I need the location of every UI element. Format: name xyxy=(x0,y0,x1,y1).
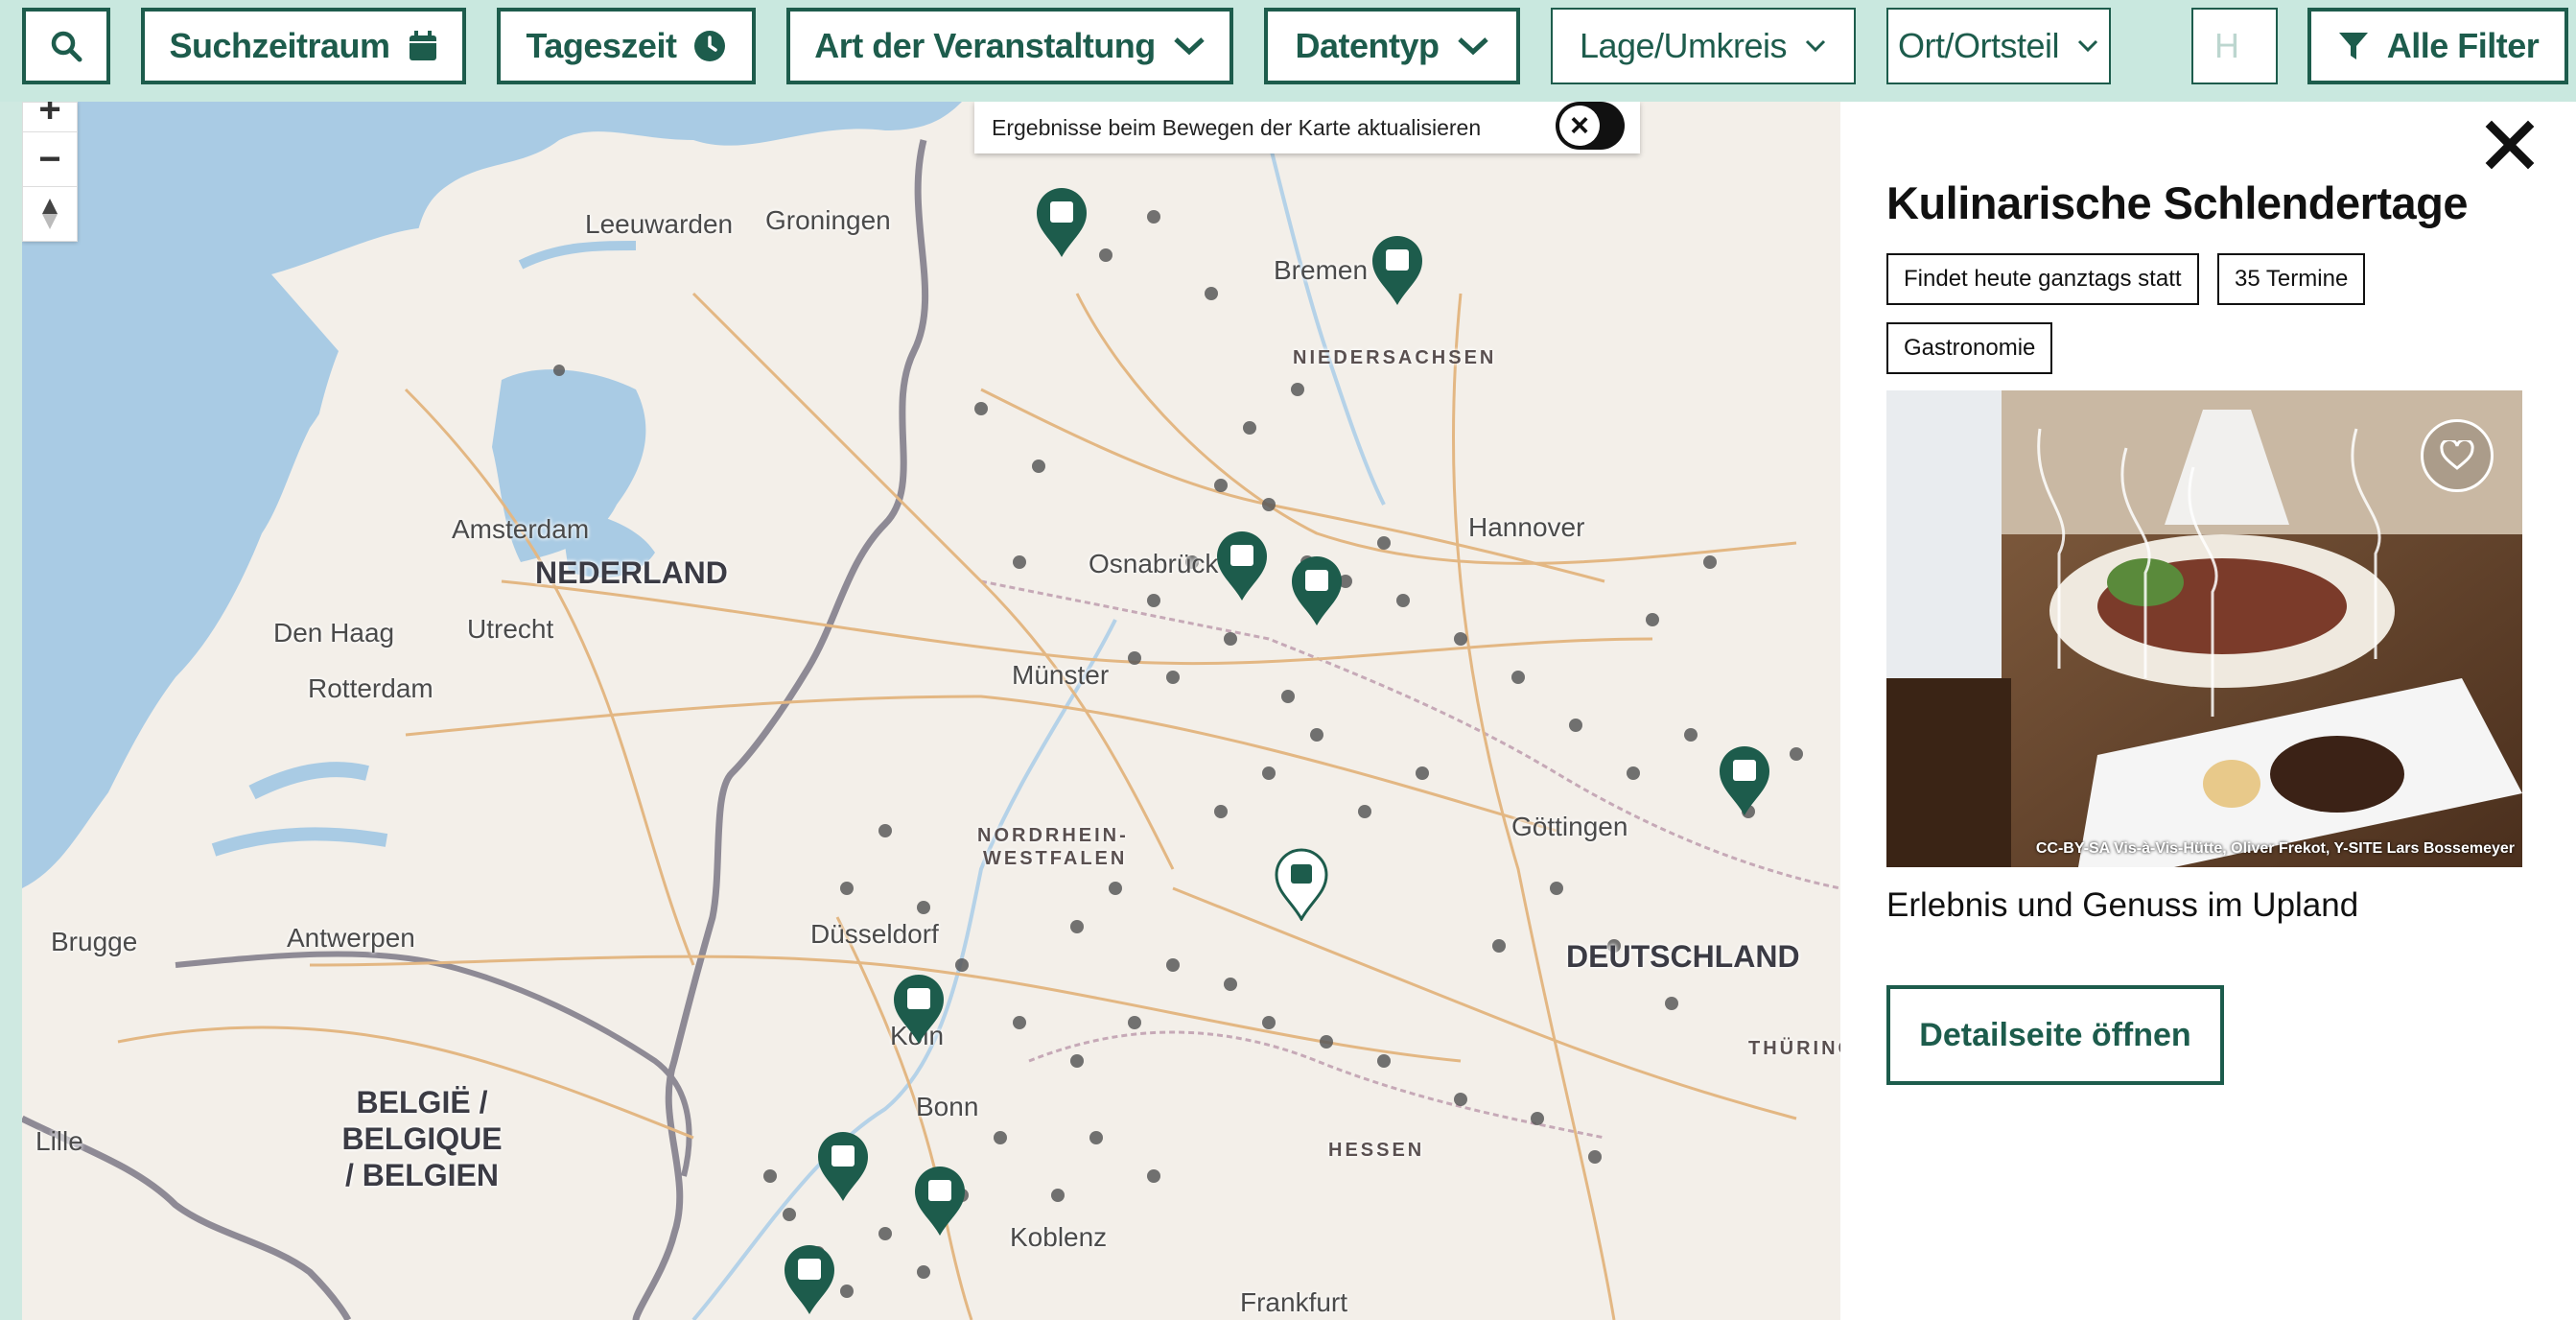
search-button[interactable] xyxy=(22,8,110,84)
city-label: Düsseldorf xyxy=(810,919,939,949)
city-label: Osnabrück xyxy=(1089,549,1219,578)
country-label-belgium: BELGIË / BELGIQUE / BELGIEN xyxy=(331,1084,513,1193)
country-label-line: BELGIQUE xyxy=(341,1121,503,1156)
filter-label: Lage/Umkreis xyxy=(1579,26,1788,65)
filter-label: Suchzeitraum xyxy=(169,26,390,65)
search-icon xyxy=(51,31,82,62)
city-label: Amsterdam xyxy=(452,514,590,544)
region-label: NIEDERSACHSEN xyxy=(1293,347,1497,368)
all-filters-label: Alle Filter xyxy=(2386,26,2540,65)
country-label-line: BELGIË / xyxy=(356,1085,488,1120)
event-pin[interactable] xyxy=(1215,530,1269,602)
city-label: Bremen xyxy=(1274,255,1369,285)
calendar-icon xyxy=(907,988,930,1009)
filter-datentyp[interactable]: Datentyp xyxy=(1264,8,1520,84)
event-detail-panel: Kulinarische Schlendertage Findet heute … xyxy=(1840,102,2576,1320)
filter-ort-ortsteil[interactable]: Ort/Ortsteil xyxy=(1886,8,2111,84)
region-label: THÜRING xyxy=(1748,1038,1840,1059)
image-credit: CC-BY-SA Vis-à-Vis-Hütte, Oliver Frekot,… xyxy=(2035,840,2515,857)
event-title: Kulinarische Schlendertage xyxy=(1886,177,2469,228)
filter-art-der-veranstaltung[interactable]: Art der Veranstaltung xyxy=(786,8,1233,84)
tag-dates-count: 35 Termine xyxy=(2217,253,2366,305)
favorite-button[interactable] xyxy=(2421,419,2494,492)
map-base xyxy=(22,102,1840,1320)
calendar-icon xyxy=(1386,249,1409,271)
zoom-in-button[interactable]: + xyxy=(23,102,77,132)
country-label: DEUTSCHLAND xyxy=(1566,939,1800,974)
calendar-icon xyxy=(928,1180,951,1201)
event-pin[interactable] xyxy=(892,973,946,1046)
event-pin[interactable] xyxy=(1370,234,1424,307)
event-pin[interactable] xyxy=(1290,554,1344,627)
close-icon[interactable] xyxy=(2484,119,2536,171)
filter-label: Ort/Ortsteil xyxy=(1897,26,2060,65)
filter-tageszeit[interactable]: Tageszeit xyxy=(497,8,756,84)
city-label: Groningen xyxy=(765,205,891,235)
chevron-down-icon xyxy=(1457,37,1488,56)
chevron-down-icon xyxy=(1174,37,1205,56)
event-pin[interactable] xyxy=(913,1165,967,1238)
city-label: Frankfurt xyxy=(1240,1287,1348,1317)
region-label: WESTFALEN xyxy=(983,848,1128,869)
compass-button[interactable] xyxy=(23,187,77,241)
all-filters-button[interactable]: Alle Filter xyxy=(2307,8,2568,84)
calendar-icon xyxy=(1733,760,1756,781)
filter-lage-umkreis[interactable]: Lage/Umkreis xyxy=(1551,8,1856,84)
city-label: Leeuwarden xyxy=(585,209,734,239)
compass-icon xyxy=(42,199,58,229)
filter-suchzeitraum[interactable]: Suchzeitraum xyxy=(141,8,466,84)
update-on-move-toggle[interactable]: Ergebnisse beim Bewegen der Karte aktual… xyxy=(974,102,1640,153)
country-label: NEDERLAND xyxy=(535,555,728,590)
calendar-icon xyxy=(1305,570,1328,591)
city-label: Koblenz xyxy=(1010,1222,1108,1252)
region-label: NORDRHEIN- xyxy=(977,825,1129,846)
calendar-icon xyxy=(831,1145,855,1167)
city-label: Den Haag xyxy=(273,618,395,648)
event-pin-selected[interactable] xyxy=(1275,848,1328,921)
toggle-label: Ergebnisse beim Bewegen der Karte aktual… xyxy=(992,114,1482,140)
city-label: Antwerpen xyxy=(287,923,415,953)
filter-label: Art der Veranstaltung xyxy=(814,26,1156,65)
event-pin[interactable] xyxy=(1035,186,1089,259)
calendar-icon xyxy=(1291,864,1312,884)
event-image[interactable]: CC-BY-SA Vis-à-Vis-Hütte, Oliver Frekot,… xyxy=(1886,390,2522,867)
country-label-line: / BELGIEN xyxy=(344,1158,499,1192)
tag-timing: Findet heute ganztags statt xyxy=(1886,253,2199,305)
calendar-icon xyxy=(409,31,436,60)
city-label: Brugge xyxy=(51,927,138,956)
calendar-icon xyxy=(1050,201,1073,223)
city-label: Hannover xyxy=(1468,512,1585,542)
calendar-icon xyxy=(1230,545,1253,566)
calendar-icon xyxy=(798,1259,821,1280)
city-label: Göttingen xyxy=(1511,812,1628,841)
funnel-icon xyxy=(2338,33,2368,59)
city-label: Bonn xyxy=(916,1092,979,1121)
chevron-down-icon xyxy=(1805,39,1826,53)
close-icon: × xyxy=(1559,106,1600,146)
event-pin[interactable] xyxy=(816,1130,870,1203)
event-pin[interactable] xyxy=(1718,744,1771,817)
region-label: HESSEN xyxy=(1328,1140,1425,1161)
zoom-out-button[interactable]: − xyxy=(23,132,77,187)
clock-icon xyxy=(694,31,726,61)
city-label: Lille xyxy=(35,1126,83,1156)
heart-icon xyxy=(2440,440,2474,470)
zoom-control: + − xyxy=(22,102,78,242)
map-view[interactable]: + − Ergebnisse beim Bewegen der Karte ak… xyxy=(22,102,1840,1320)
city-label: Münster xyxy=(1012,660,1110,690)
event-pin[interactable] xyxy=(783,1243,836,1316)
filter-label: Tageszeit xyxy=(526,26,677,65)
city-label: Utrecht xyxy=(467,614,554,644)
filter-label: H xyxy=(2214,26,2239,65)
open-detail-page-button[interactable]: Detailseite öffnen xyxy=(1886,985,2224,1085)
chevron-down-icon xyxy=(2077,39,2098,53)
filter-bar: Suchzeitraum Tageszeit Art der Veranstal… xyxy=(0,0,2576,102)
event-subtitle: Erlebnis und Genuss im Upland xyxy=(1886,886,2359,924)
filter-partially-hidden[interactable]: H xyxy=(2191,8,2278,84)
city-label: Rotterdam xyxy=(308,673,433,703)
tag-category: Gastronomie xyxy=(1886,322,2053,374)
toggle-switch[interactable]: × xyxy=(1556,102,1625,150)
filter-label: Datentyp xyxy=(1295,26,1440,65)
